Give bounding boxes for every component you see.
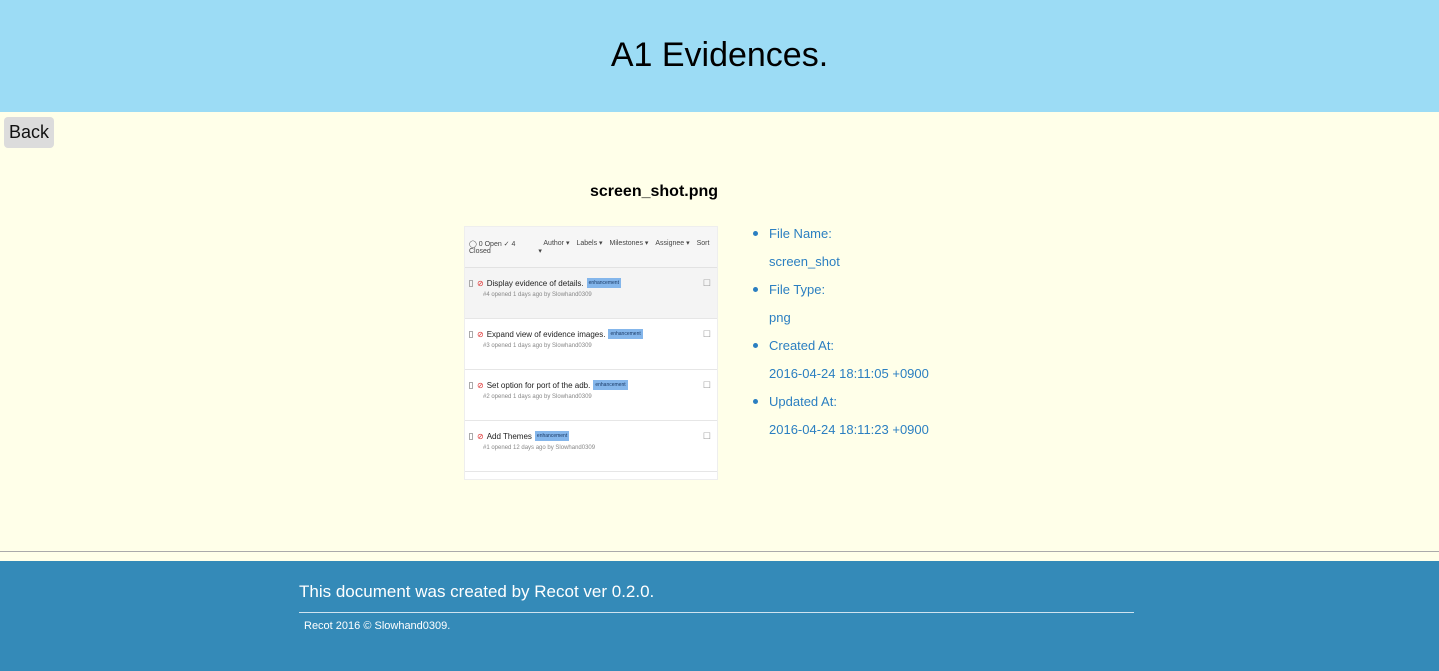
checkbox-icon	[469, 381, 473, 389]
detail-label: File Name:	[769, 224, 929, 252]
preview-issue-title: Display evidence of details.	[486, 278, 584, 288]
detail-value: 2016-04-24 18:11:23 +0900	[769, 422, 929, 437]
issue-closed-icon: ⊘	[477, 431, 484, 441]
preview-issue-tag: enhancement	[608, 329, 643, 339]
page-header: A1 Evidences.	[0, 0, 1439, 112]
preview-issue-row: ⊘ Set option for port of the adb. enhanc…	[465, 370, 717, 421]
footer-rule	[299, 612, 1134, 613]
preview-issue-row: ⊘ Expand view of evidence images. enhanc…	[465, 319, 717, 370]
detail-value: png	[769, 310, 791, 325]
preview-issue-tag: enhancement	[593, 380, 628, 390]
comment-icon: ☐	[702, 329, 711, 339]
evidence-file-title: screen_shot.png	[590, 183, 719, 200]
preview-issue-row: ⊘ Display evidence of details. enhanceme…	[465, 268, 717, 319]
detail-label: Created At:	[769, 336, 929, 364]
page-footer: This document was created by Recot ver 0…	[0, 561, 1439, 671]
detail-label: Updated At:	[769, 392, 929, 420]
detail-value: screen_shot	[769, 254, 840, 269]
evidence-image-preview[interactable]: ◯ 0 Open ✓ 4 Closed Author ▾ Labels ▾ Mi…	[464, 226, 718, 480]
issue-closed-icon: ⊘	[477, 380, 484, 390]
checkbox-icon	[469, 279, 473, 287]
comment-icon: ☐	[702, 431, 711, 441]
preview-issue-tag: enhancement	[586, 278, 621, 288]
issue-closed-icon: ⊘	[477, 329, 484, 339]
detail-value: 2016-04-24 18:11:05 +0900	[769, 366, 929, 381]
evidence-details-list: File Name: screen_shot File Type: png Cr…	[753, 224, 929, 448]
detail-file-name: File Name: screen_shot	[753, 224, 929, 280]
preview-issue-meta: #3 opened 1 days ago by Slowhand0309	[483, 343, 592, 349]
page-title: A1 Evidences.	[610, 35, 829, 74]
footer-copyright: Recot 2016 © Slowhand0309.	[304, 620, 451, 632]
preview-issue-meta: #4 opened 1 days ago by Slowhand0309	[483, 292, 592, 298]
preview-issue-title: Add Themes	[486, 431, 532, 441]
footer-created-by: This document was created by Recot ver 0…	[299, 582, 655, 601]
preview-filter-author: Author ▾	[543, 240, 570, 247]
preview-filter-assignee: Assignee ▾	[655, 240, 690, 247]
detail-created-at: Created At: 2016-04-24 18:11:05 +0900	[753, 336, 929, 392]
detail-updated-at: Updated At: 2016-04-24 18:11:23 +0900	[753, 392, 929, 448]
preview-issue-meta: #2 opened 1 days ago by Slowhand0309	[483, 394, 592, 400]
detail-label: File Type:	[769, 280, 929, 308]
detail-file-type: File Type: png	[753, 280, 929, 336]
preview-filter-milestones: Milestones ▾	[609, 240, 649, 247]
preview-issue-meta: #1 opened 12 days ago by Slowhand0309	[483, 445, 596, 451]
back-button[interactable]: Back	[4, 117, 54, 148]
comment-icon: ☐	[702, 278, 711, 288]
preview-filters: Author ▾ Labels ▾ Milestones ▾ Assignee …	[538, 239, 713, 255]
preview-issue-title: Set option for port of the adb.	[486, 380, 591, 390]
comment-icon: ☐	[702, 380, 711, 390]
preview-issue-title: Expand view of evidence images.	[486, 329, 606, 339]
issue-closed-icon: ⊘	[477, 278, 484, 288]
footer-divider	[0, 551, 1439, 552]
preview-issue-filter-bar: ◯ 0 Open ✓ 4 Closed Author ▾ Labels ▾ Mi…	[465, 227, 717, 268]
preview-issue-tag: enhancement	[534, 431, 570, 441]
checkbox-icon	[469, 330, 473, 338]
checkbox-icon	[469, 432, 473, 440]
preview-issue-row: ⊘ Add Themes enhancement #1 opened 12 da…	[465, 421, 717, 472]
preview-filter-labels: Labels ▾	[576, 240, 603, 247]
preview-status-text: ◯ 0 Open ✓ 4 Closed	[469, 240, 516, 255]
